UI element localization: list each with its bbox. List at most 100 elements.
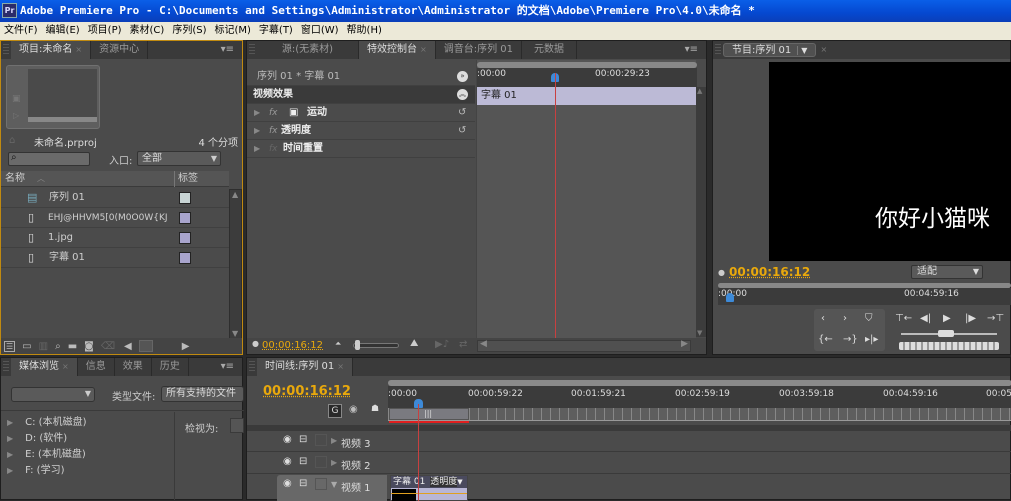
label-swatch[interactable] bbox=[179, 252, 191, 264]
expand-icon[interactable]: ▶ bbox=[7, 418, 13, 427]
hscroll-left-icon[interactable]: ◀ bbox=[124, 341, 132, 352]
play-icon[interactable]: ▷ bbox=[13, 111, 19, 120]
work-area-grip-icon[interactable]: ||| bbox=[424, 409, 432, 418]
drive-item[interactable]: ▶ E: (本机磁盘) bbox=[7, 447, 86, 463]
menu-title[interactable]: 字幕(T) bbox=[255, 22, 297, 40]
jog-dial[interactable] bbox=[899, 342, 999, 350]
column-label[interactable]: 标签 bbox=[174, 171, 198, 187]
list-item[interactable]: ▯ EHJ@HHVM5[0(M0O0W{KJ bbox=[1, 208, 229, 228]
lock-toggle[interactable] bbox=[315, 478, 327, 490]
transform-icon[interactable]: ▣ bbox=[289, 104, 298, 122]
go-out-point-icon[interactable]: →} bbox=[843, 334, 858, 345]
tab-timeline[interactable]: 时间线:序列 01 × bbox=[257, 358, 353, 376]
scroll-up-icon[interactable]: ▲ bbox=[697, 87, 702, 95]
work-area-bar[interactable]: ||| bbox=[389, 408, 469, 420]
effect-row-opacity[interactable]: ▶ fx 透明度 ↺ bbox=[247, 122, 475, 140]
sync-lock-icon[interactable]: ⊟ bbox=[299, 434, 307, 445]
hscroll-left-icon[interactable]: ◀ bbox=[480, 339, 487, 349]
expand-icon[interactable]: ▶ bbox=[7, 434, 13, 443]
tab-history[interactable]: 历史 bbox=[152, 358, 189, 376]
program-time-ruler[interactable]: :00:00 00:04:59:16 bbox=[718, 288, 1011, 305]
menu-help[interactable]: 帮助(H) bbox=[343, 22, 386, 40]
column-name[interactable]: 名称 bbox=[5, 171, 25, 187]
timeline-timecode[interactable]: 00:00:16:12 bbox=[263, 384, 351, 399]
find-icon[interactable]: ⌕ bbox=[55, 341, 61, 352]
menu-window[interactable]: 窗口(W) bbox=[297, 22, 343, 40]
go-previous-edit-icon[interactable]: ⊤← bbox=[895, 313, 912, 324]
tab-effect-controls[interactable]: 特效控制台 × bbox=[359, 41, 436, 59]
reset-icon[interactable]: ↺ bbox=[458, 104, 466, 122]
step-back-icon[interactable]: ◀| bbox=[920, 313, 931, 324]
hscroll-thumb[interactable] bbox=[138, 340, 153, 352]
lock-toggle[interactable] bbox=[315, 434, 327, 446]
reset-icon[interactable]: ↺ bbox=[458, 122, 466, 140]
in-dropdown[interactable]: 全部 ▼ bbox=[137, 151, 221, 166]
close-icon[interactable]: × bbox=[62, 362, 69, 371]
menu-marker[interactable]: 标记(M) bbox=[210, 22, 254, 40]
vertical-scrollbar[interactable]: ▲ ▼ bbox=[229, 189, 242, 339]
clip-bar[interactable]: 字幕 01 bbox=[477, 87, 697, 105]
menu-file[interactable]: 文件(F) bbox=[0, 22, 42, 40]
clip-property-menu[interactable]: 透明度 bbox=[430, 477, 458, 487]
chevron-down-icon[interactable]: ▼ bbox=[797, 46, 808, 55]
panel-menu-icon[interactable]: ▾≡ bbox=[213, 358, 242, 376]
expand-icon[interactable]: ▶ bbox=[7, 450, 13, 459]
vertical-scrollbar[interactable]: ▲ ▼ bbox=[696, 87, 706, 337]
fx-badge[interactable]: fx bbox=[269, 104, 278, 122]
sync-lock-icon[interactable]: ⊟ bbox=[299, 478, 307, 489]
label-swatch[interactable] bbox=[179, 212, 191, 224]
current-timecode[interactable]: 00:00:16:12 bbox=[262, 340, 323, 351]
panel-grip[interactable] bbox=[3, 44, 9, 56]
play-in-out-icon[interactable]: ▸|▸ bbox=[865, 334, 878, 345]
drive-item[interactable]: ▶ D: (软件) bbox=[7, 431, 67, 447]
timeline-clip[interactable]: 字幕 01 透明度▼ bbox=[390, 475, 468, 501]
hscroll-right-icon[interactable]: ▶ bbox=[681, 339, 688, 349]
fit-dropdown[interactable]: 适配 ▼ bbox=[911, 265, 983, 279]
set-marker-icon[interactable]: ◉ bbox=[349, 404, 358, 415]
panel-grip[interactable] bbox=[3, 361, 9, 373]
go-next-marker-icon[interactable]: › bbox=[843, 313, 847, 324]
collapse-icon[interactable]: ︽ bbox=[457, 89, 468, 100]
close-icon[interactable]: × bbox=[337, 362, 344, 371]
menu-edit[interactable]: 编辑(E) bbox=[42, 22, 84, 40]
new-bin-icon[interactable]: ▬ bbox=[68, 341, 77, 352]
zoom-in-icon[interactable]: ⛰ bbox=[410, 338, 418, 349]
list-item[interactable]: ▤ 序列 01 bbox=[1, 188, 229, 208]
zoom-slider-thumb[interactable] bbox=[355, 340, 360, 350]
label-swatch[interactable] bbox=[179, 232, 191, 244]
hscrollbar[interactable] bbox=[477, 340, 691, 352]
label-swatch[interactable] bbox=[179, 192, 191, 204]
hscroll-right-icon[interactable]: ▶ bbox=[182, 341, 190, 352]
expand-icon[interactable]: ▶ bbox=[331, 436, 337, 445]
list-item[interactable]: ▯ 1.jpg bbox=[1, 228, 229, 248]
panel-grip[interactable] bbox=[715, 44, 721, 56]
scroll-down-icon[interactable]: ▼ bbox=[232, 329, 238, 338]
sequence-marker-icon[interactable]: ☗ bbox=[371, 404, 379, 414]
panel-menu-icon[interactable]: ▾≡ bbox=[677, 41, 706, 59]
shuttle-thumb[interactable] bbox=[938, 330, 954, 337]
time-ruler[interactable]: :00:00 00:00:29:23 bbox=[477, 68, 697, 87]
tab-project[interactable]: 项目:未命名 × bbox=[11, 41, 92, 59]
file-type-dropdown[interactable]: 所有支持的文件 bbox=[161, 386, 244, 402]
icon-view-icon[interactable]: ▭ bbox=[22, 341, 31, 352]
search-input[interactable]: ⌕ bbox=[8, 152, 90, 166]
show-timeline-icon[interactable]: » bbox=[457, 71, 468, 82]
menu-sequence[interactable]: 序列(S) bbox=[168, 22, 210, 40]
go-prev-marker-icon[interactable]: ‹ bbox=[821, 313, 825, 324]
chevron-down-icon[interactable]: ▼ bbox=[457, 478, 462, 486]
set-marker-icon[interactable]: ⛉ bbox=[865, 313, 873, 324]
video-preview[interactable]: 你好小猫咪 bbox=[769, 62, 1011, 261]
tab-metadata[interactable]: 元数据 bbox=[522, 41, 577, 59]
eye-icon[interactable]: ◉ bbox=[283, 478, 292, 489]
panel-menu-icon[interactable]: ▾≡ bbox=[213, 41, 242, 59]
expand-icon[interactable]: ▶ bbox=[254, 140, 260, 158]
timeline-ruler[interactable]: :00:00 00:00:59:22 00:01:59:21 00:02:59:… bbox=[388, 386, 1011, 408]
close-icon[interactable]: × bbox=[820, 41, 827, 59]
go-next-edit-icon[interactable]: →⊤ bbox=[987, 313, 1004, 324]
program-timecode[interactable]: 00:00:16:12 bbox=[729, 265, 810, 279]
go-in-point-icon[interactable]: {← bbox=[818, 334, 833, 345]
effect-row-time-remap[interactable]: ▶ fx 时间重置 bbox=[247, 140, 475, 158]
list-item[interactable]: ▯ 字幕 01 bbox=[1, 248, 229, 268]
tab-media-browser[interactable]: 媒体浏览 × bbox=[11, 358, 78, 376]
playhead-handle[interactable] bbox=[726, 293, 734, 302]
